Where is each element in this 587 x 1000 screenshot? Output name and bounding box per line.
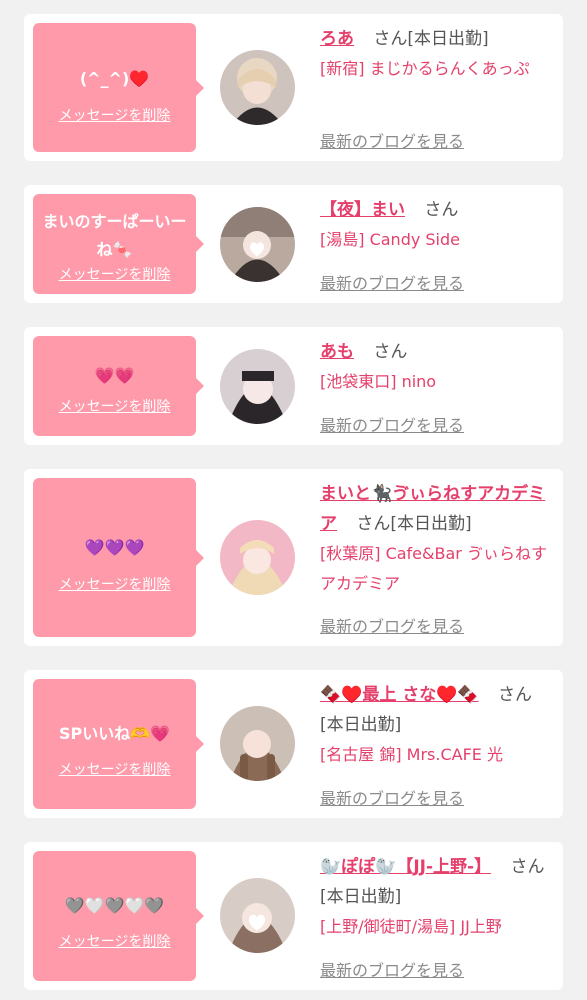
girl-info: あも さん [池袋東口] nino bbox=[320, 337, 552, 397]
view-blog-link[interactable]: 最新のブログを見る bbox=[320, 785, 464, 809]
shop-label: [上野/御徒町/湯島] JJ上野 bbox=[320, 917, 502, 936]
delete-message-link[interactable]: メッセージを削除 bbox=[33, 396, 196, 416]
message-bubble: SPいいね🫶💗 メッセージを削除 bbox=[33, 679, 204, 809]
shop-label: [池袋東口] nino bbox=[320, 372, 437, 391]
san-label: さん bbox=[373, 29, 408, 49]
girl-info: 【夜】まい さん [湯島] Candy Side bbox=[320, 195, 552, 255]
view-blog-link[interactable]: 最新のブログを見る bbox=[320, 613, 464, 637]
shop-label: [名古屋 錦] Mrs.CAFE 光 bbox=[320, 745, 503, 764]
san-label: さん bbox=[498, 685, 532, 705]
delete-message-link[interactable]: メッセージを削除 bbox=[33, 105, 196, 125]
message-bubble: 💗💗 メッセージを削除 bbox=[33, 336, 204, 436]
san-label: さん bbox=[510, 857, 545, 877]
message-card: (^_^)♥️ メッセージを削除 ろあ さん[本日出勤] [新宿] まじかるらん… bbox=[24, 14, 563, 161]
delete-message-link[interactable]: メッセージを削除 bbox=[33, 931, 196, 951]
message-card: 🩶🤍🩶🤍🩶 メッセージを削除 🦭ぽぽ🦭【JJ-上野-】 さん [本日出勤] [上野… bbox=[24, 842, 563, 990]
message-card: 💜💜💜 メッセージを削除 まいと🐈‍⬛ゔぃらねすアカデミア さん[本日出勤] [… bbox=[24, 469, 563, 646]
girl-name-link[interactable]: 🍫♥️最上 さな♥️🍫 bbox=[320, 685, 479, 705]
girl-name-link[interactable]: ろあ bbox=[320, 29, 354, 49]
delete-message-link[interactable]: メッセージを削除 bbox=[33, 759, 196, 779]
avatar[interactable] bbox=[220, 878, 295, 953]
girl-info: ろあ さん[本日出勤] [新宿] まじかるらんくあっぷ bbox=[320, 24, 552, 84]
message-text: 💜💜💜 bbox=[84, 538, 145, 557]
shop-label: [新宿] まじかるらんくあっぷ bbox=[320, 59, 530, 78]
name-line: ろあ さん[本日出勤] bbox=[320, 24, 552, 54]
name-line: 🍫♥️最上 さな♥️🍫 さん [本日出勤] bbox=[320, 680, 552, 740]
view-blog-link[interactable]: 最新のブログを見る bbox=[320, 412, 464, 436]
girl-info: 🍫♥️最上 さな♥️🍫 さん [本日出勤] [名古屋 錦] Mrs.CAFE 光 bbox=[320, 680, 552, 770]
message-bubble: まいのすーぱーいーね🍬 メッセージを削除 bbox=[33, 194, 204, 294]
name-line: あも さん bbox=[320, 337, 552, 367]
view-blog-link[interactable]: 最新のブログを見る bbox=[320, 957, 464, 981]
avatar[interactable] bbox=[220, 207, 295, 282]
message-text: (^_^)♥️ bbox=[79, 69, 150, 88]
message-bubble: (^_^)♥️ メッセージを削除 bbox=[33, 23, 204, 152]
girl-name-link[interactable]: 【夜】まい bbox=[320, 200, 405, 220]
message-card: 💗💗 メッセージを削除 あも さん [池袋東口] nino 最新のブログを見る bbox=[24, 327, 563, 445]
status-label: [本日出勤] bbox=[407, 29, 489, 49]
shop-label: [湯島] Candy Side bbox=[320, 230, 461, 249]
avatar[interactable] bbox=[220, 520, 295, 595]
message-card: まいのすーぱーいーね🍬 メッセージを削除 【夜】まい さん [湯島] Candy… bbox=[24, 185, 563, 303]
message-card: SPいいね🫶💗 メッセージを削除 🍫♥️最上 さな♥️🍫 さん [本日出勤] [名… bbox=[24, 670, 563, 818]
shop-label: [秋葉原] Cafe&Bar ゔぃらねすアカデミア bbox=[320, 544, 547, 593]
san-label: さん bbox=[356, 514, 391, 534]
avatar[interactable] bbox=[220, 706, 295, 781]
delete-message-link[interactable]: メッセージを削除 bbox=[33, 264, 196, 284]
status-label: [本日出勤] bbox=[320, 715, 402, 735]
delete-message-link[interactable]: メッセージを削除 bbox=[33, 574, 196, 594]
name-line: まいと🐈‍⬛ゔぃらねすアカデミア さん[本日出勤] bbox=[320, 479, 552, 539]
view-blog-link[interactable]: 最新のブログを見る bbox=[320, 128, 464, 152]
avatar[interactable] bbox=[220, 50, 295, 125]
san-label: さん bbox=[424, 200, 459, 220]
girl-name-link[interactable]: あも bbox=[320, 342, 354, 362]
girl-info: 🦭ぽぽ🦭【JJ-上野-】 さん [本日出勤] [上野/御徒町/湯島] JJ上野 bbox=[320, 852, 552, 942]
message-text: 💗💗 bbox=[94, 366, 135, 385]
message-text: SPいいね🫶💗 bbox=[58, 724, 171, 743]
san-label: さん bbox=[373, 342, 408, 362]
status-label: [本日出勤] bbox=[320, 887, 402, 907]
girl-name-link[interactable]: 🦭ぽぽ🦭【JJ-上野-】 bbox=[320, 857, 491, 877]
message-bubble: 💜💜💜 メッセージを削除 bbox=[33, 478, 204, 637]
name-line: 【夜】まい さん bbox=[320, 195, 552, 225]
message-text: まいのすーぱーいーね🍬 bbox=[42, 212, 187, 259]
avatar[interactable] bbox=[220, 349, 295, 424]
name-line: 🦭ぽぽ🦭【JJ-上野-】 さん [本日出勤] bbox=[320, 852, 552, 912]
view-blog-link[interactable]: 最新のブログを見る bbox=[320, 270, 464, 294]
message-text: 🩶🤍🩶🤍🩶 bbox=[64, 896, 165, 915]
status-label: [本日出勤] bbox=[390, 514, 472, 534]
message-bubble: 🩶🤍🩶🤍🩶 メッセージを削除 bbox=[33, 851, 204, 981]
girl-info: まいと🐈‍⬛ゔぃらねすアカデミア さん[本日出勤] [秋葉原] Cafe&Bar… bbox=[320, 479, 552, 599]
